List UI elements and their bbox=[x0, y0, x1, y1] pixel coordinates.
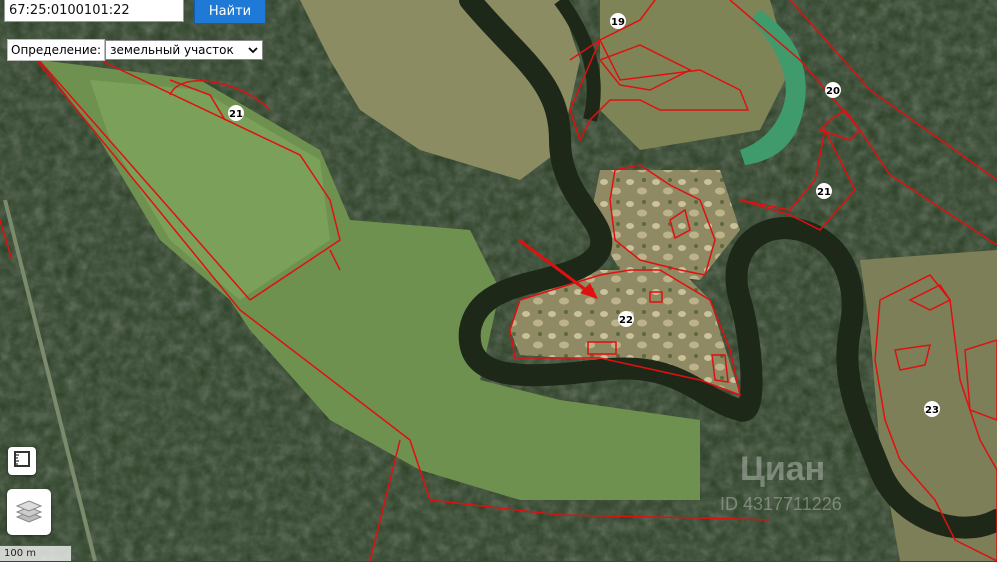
parcel-label-20[interactable]: 20 bbox=[825, 82, 841, 98]
ruler-button[interactable] bbox=[8, 447, 36, 475]
parcel-label-21-right[interactable]: 21 bbox=[816, 183, 832, 199]
parcel-label-21[interactable]: 21 bbox=[228, 105, 244, 121]
satellite-map[interactable]: 19 20 21 21 22 23 Циан ID 4317711226 bbox=[0, 0, 997, 561]
definition-row: Определение: земельный участок bbox=[7, 39, 264, 61]
cadastral-number-input[interactable] bbox=[4, 0, 184, 22]
scale-bar: 100 m bbox=[0, 545, 72, 561]
definition-select[interactable]: земельный участок bbox=[105, 40, 264, 60]
svg-text:19: 19 bbox=[611, 17, 625, 28]
svg-text:21: 21 bbox=[817, 187, 831, 198]
definition-select-value: земельный участок bbox=[110, 43, 234, 57]
find-button[interactable]: Найти bbox=[194, 0, 266, 24]
parcel-label-19[interactable]: 19 bbox=[610, 13, 626, 29]
layers-button[interactable] bbox=[7, 489, 51, 535]
svg-text:22: 22 bbox=[619, 315, 633, 326]
chevron-down-icon bbox=[248, 43, 258, 57]
svg-text:23: 23 bbox=[925, 405, 939, 416]
svg-text:21: 21 bbox=[229, 109, 243, 120]
ruler-icon bbox=[13, 450, 31, 472]
svg-text:Циан: Циан bbox=[740, 450, 825, 488]
parcel-label-23[interactable]: 23 bbox=[924, 401, 940, 417]
definition-label: Определение: bbox=[7, 39, 106, 61]
parcel-label-22[interactable]: 22 bbox=[618, 311, 634, 327]
svg-text:20: 20 bbox=[826, 86, 840, 97]
svg-text:ID 4317711226: ID 4317711226 bbox=[720, 494, 842, 514]
layers-icon bbox=[15, 496, 43, 528]
